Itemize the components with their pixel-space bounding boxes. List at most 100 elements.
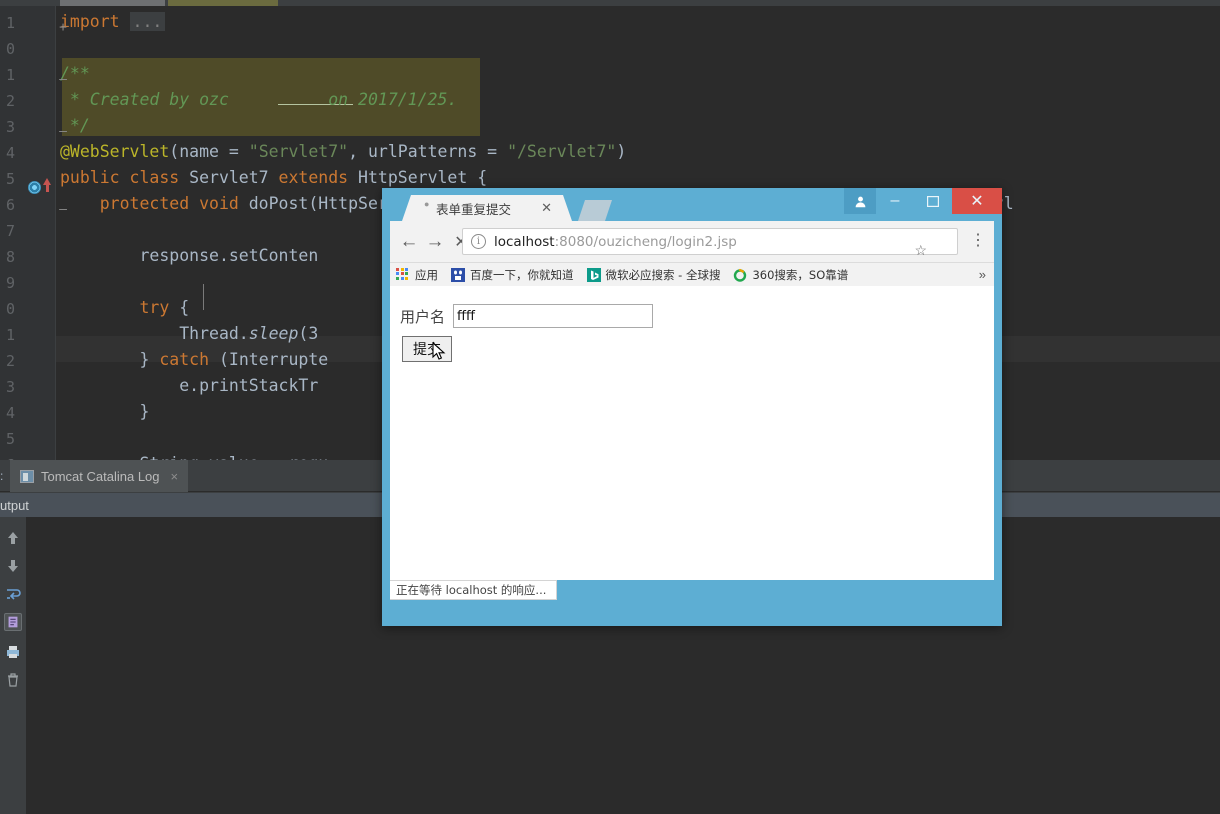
status-text: 正在等待 localhost 的响应... — [396, 582, 546, 598]
bookmark-360[interactable]: 360搜索，SO靠谱 — [733, 267, 848, 283]
line-number: 5 — [0, 170, 15, 188]
scroll-down-icon[interactable] — [4, 557, 22, 575]
bookmarks-overflow-icon[interactable]: » — [979, 267, 986, 282]
code-token: * Created by ozc on 2017/1/25. — [60, 90, 457, 109]
close-icon[interactable]: × — [171, 469, 179, 484]
code-token: HttpServlet { — [358, 168, 487, 187]
code-line: response.setConten — [60, 243, 318, 269]
maximize-button[interactable] — [914, 188, 952, 214]
apps-grid-icon — [396, 268, 410, 282]
line-number: 0 — [0, 300, 15, 318]
bookmark-star-icon[interactable]: ☆ — [914, 242, 927, 259]
browser-tab[interactable]: ● 表单重复提交 ✕ — [402, 195, 572, 221]
code-token: sleep — [249, 324, 299, 343]
bookmark-label: 360搜索，SO靠谱 — [752, 267, 848, 283]
log-tab-icon — [20, 470, 34, 483]
editor-gutter[interactable]: 1012345678901234567 — [0, 6, 56, 460]
url-text: localhost:8080/ouzicheng/login2.jsp — [494, 234, 737, 250]
back-button[interactable]: ← — [396, 229, 422, 255]
line-number: 1 — [0, 326, 15, 344]
submit-button[interactable]: 提交 — [402, 336, 452, 362]
360-icon — [733, 268, 747, 282]
breakpoint-icon[interactable] — [28, 181, 41, 194]
line-number: 1 — [0, 14, 15, 32]
code-fold-toggle[interactable]: + — [56, 20, 70, 35]
bookmark-label: 微软必应搜索 - 全球搜 — [606, 267, 721, 283]
folded-imports[interactable]: ... — [130, 12, 166, 31]
code-token: (name = — [169, 142, 248, 161]
code-line: e.printStackTr — [60, 373, 318, 399]
line-number: 3 — [0, 378, 15, 396]
line-number: 4 — [0, 404, 15, 422]
code-fold-toggle[interactable]: – — [56, 72, 70, 87]
browser-window[interactable]: – ✕ ● 表单重复提交 ✕ ← → ✕ i localhost:8080/ou… — [382, 188, 1002, 626]
username-label: 用户名 — [400, 306, 445, 327]
print-icon[interactable] — [4, 643, 22, 661]
chrome-menu-icon[interactable]: ⋮ — [970, 230, 986, 250]
address-bar[interactable]: i localhost:8080/ouzicheng/login2.jsp ☆ — [462, 228, 958, 255]
tab-title: 表单重复提交 — [436, 199, 511, 218]
code-line: } catch (Interrupte — [60, 347, 328, 373]
tab-label: Tomcat Catalina Log — [41, 469, 160, 484]
minimize-button[interactable]: – — [876, 188, 914, 214]
tab-tomcat-catalina-log[interactable]: Tomcat Catalina Log × — [10, 460, 188, 492]
soft-wrap-icon[interactable] — [4, 585, 22, 603]
clear-all-icon[interactable] — [4, 671, 22, 689]
code-fold-toggle[interactable]: – — [56, 202, 70, 217]
profile-icon[interactable] — [844, 188, 876, 214]
line-number: 7 — [0, 222, 15, 240]
code-token: (Interrupte — [219, 350, 328, 369]
code-token: protected void — [60, 194, 249, 213]
code-line: try { — [60, 295, 189, 321]
line-number: 3 — [0, 118, 15, 136]
line-number: 4 — [0, 144, 15, 162]
browser-titlebar[interactable]: – ✕ ● 表单重复提交 ✕ — [382, 188, 1002, 221]
export-icon[interactable] — [4, 613, 22, 631]
code-token: public class — [60, 168, 189, 187]
bookmark-label: 百度一下，你就知道 — [470, 267, 574, 283]
bookmark-baidu[interactable]: 百度一下，你就知道 — [451, 267, 574, 283]
window-bottom-edge — [382, 614, 1002, 626]
tool-window-left-cut: : — [0, 469, 3, 483]
code-fold-toggle[interactable]: – — [56, 124, 70, 139]
line-number: 5 — [0, 430, 15, 448]
code-token: "Servlet7" — [249, 142, 348, 161]
line-number: 0 — [0, 40, 15, 58]
code-token: { — [179, 298, 189, 317]
username-input[interactable] — [453, 304, 653, 328]
window-controls: – ✕ — [844, 188, 1002, 214]
url-host: localhost — [494, 234, 555, 250]
code-token: (3 — [298, 324, 318, 343]
page-info-icon[interactable]: i — [471, 234, 486, 249]
baidu-icon — [451, 268, 465, 282]
code-token: } — [60, 350, 159, 369]
scroll-up-icon[interactable] — [4, 529, 22, 547]
code-token: Servlet7 — [189, 168, 278, 187]
run-to-cursor-arrow-icon[interactable] — [43, 178, 51, 185]
code-token: } — [60, 402, 149, 421]
favicon: ● — [424, 199, 429, 209]
bookmark-apps[interactable]: 应用 — [396, 267, 438, 283]
line-number: 8 — [0, 248, 15, 266]
line-number: 9 — [0, 274, 15, 292]
tab-close-icon[interactable]: ✕ — [541, 200, 552, 216]
code-line: @WebServlet(name = "Servlet7", urlPatter… — [60, 139, 626, 165]
bookmark-label: 应用 — [415, 267, 438, 283]
browser-toolbar: ← → ✕ i localhost:8080/ouzicheng/login2.… — [390, 221, 994, 262]
url-path: :8080/ouzicheng/login2.jsp — [555, 234, 737, 250]
bing-icon — [587, 268, 601, 282]
code-token: @WebServlet — [60, 142, 169, 161]
bookmarks-bar: 应用 百度一下，你就知道 微软必应搜索 - 全球搜 360搜索，SO靠谱 » — [390, 262, 994, 286]
code-token: "/Servlet7" — [507, 142, 616, 161]
subtab-label: utput — [0, 498, 29, 513]
code-line: * Created by ozc on 2017/1/25. — [60, 87, 457, 113]
code-token: import — [60, 12, 130, 31]
forward-button[interactable]: → — [422, 229, 448, 255]
line-number: 2 — [0, 352, 15, 370]
code-token: ) — [616, 142, 626, 161]
new-tab-button[interactable] — [578, 200, 612, 221]
status-bar: 正在等待 localhost 的响应... — [390, 580, 557, 600]
code-token: , urlPatterns = — [348, 142, 507, 161]
bookmark-bing[interactable]: 微软必应搜索 - 全球搜 — [587, 267, 721, 283]
close-button[interactable]: ✕ — [952, 188, 1002, 214]
